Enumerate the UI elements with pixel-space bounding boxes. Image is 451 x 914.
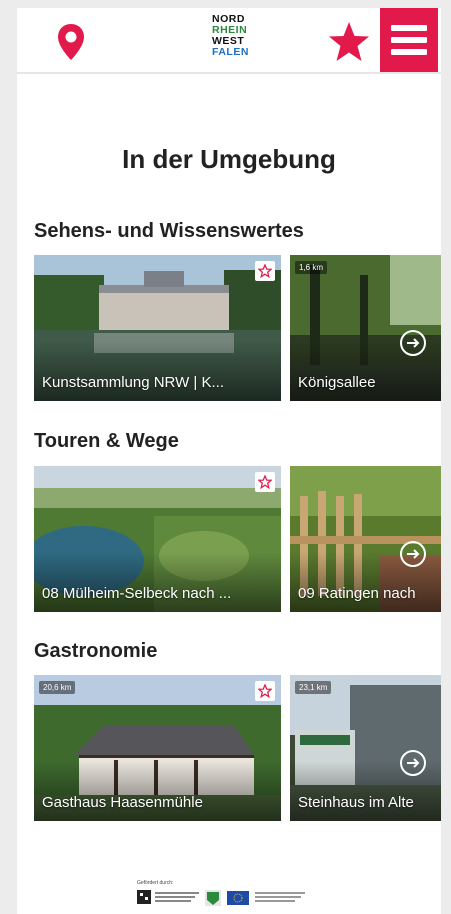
section-title-sights: Sehens- und Wissenswertes — [34, 220, 304, 242]
card-koenigsallee[interactable]: 1,6 km Königsallee — [290, 255, 441, 401]
card-ratingen[interactable]: 09 Ratingen nach — [290, 466, 441, 612]
nrw-logo[interactable]: NORD RHEIN WEST FALEN — [212, 14, 258, 58]
star-outline-icon — [258, 264, 272, 278]
hamburger-menu-button[interactable] — [380, 8, 438, 72]
card-title: 08 Mülheim-Selbeck nach ... — [42, 585, 232, 602]
card-haasenmuehle[interactable]: 20,6 km Gasthaus Haasenmühle — [34, 675, 281, 821]
favorite-button[interactable] — [255, 681, 275, 701]
card-shade — [34, 341, 281, 401]
card-muelheim-selbeck[interactable]: 08 Mülheim-Selbeck nach ... — [34, 466, 281, 612]
logo-line-4: FALEN — [212, 46, 249, 58]
card-steinhaus[interactable]: 23,1 km Steinhaus im Alte — [290, 675, 441, 821]
card-title: Kunstsammlung NRW | K... — [42, 374, 225, 391]
menu-bar — [391, 49, 427, 55]
hamburger-menu-icon — [391, 25, 427, 31]
distance-badge: 1,6 km — [295, 261, 328, 274]
menu-bar — [391, 37, 427, 43]
card-title: Steinhaus im Alte — [298, 794, 414, 811]
distance-badge: 23,1 km — [295, 681, 332, 694]
arrow-right-circle-icon[interactable] — [399, 540, 427, 568]
card-shade — [34, 552, 281, 612]
section-title-gastronomy: Gastronomie — [34, 640, 158, 662]
star-outline-icon — [258, 475, 272, 489]
star-outline-icon — [258, 684, 272, 698]
top-header: NORD RHEIN WEST FALEN — [17, 8, 441, 74]
arrow-right-circle-icon[interactable] — [399, 749, 427, 777]
star-icon[interactable] — [327, 20, 371, 64]
arrow-right-circle-icon[interactable] — [399, 329, 427, 357]
app-page: NORD RHEIN WEST FALEN In der Umgebung Se… — [17, 8, 441, 914]
map-pin-icon[interactable] — [55, 22, 87, 62]
card-shade — [34, 761, 281, 821]
distance-badge: 20,6 km — [39, 681, 76, 694]
favorite-button[interactable] — [255, 261, 275, 281]
page-title: In der Umgebung — [122, 144, 336, 174]
card-title: Gasthaus Haasenmühle — [42, 794, 203, 811]
funding-footer: Gefördert durch: — [137, 880, 337, 910]
section-title-tours: Touren & Wege — [34, 430, 179, 452]
card-title: Königsallee — [298, 374, 376, 391]
card-kunstsammlung[interactable]: Kunstsammlung NRW | K... — [34, 255, 281, 401]
favorite-button[interactable] — [255, 472, 275, 492]
card-title: 09 Ratingen nach — [298, 585, 416, 602]
funding-logos — [137, 890, 305, 906]
funding-label: Gefördert durch: — [137, 880, 174, 886]
